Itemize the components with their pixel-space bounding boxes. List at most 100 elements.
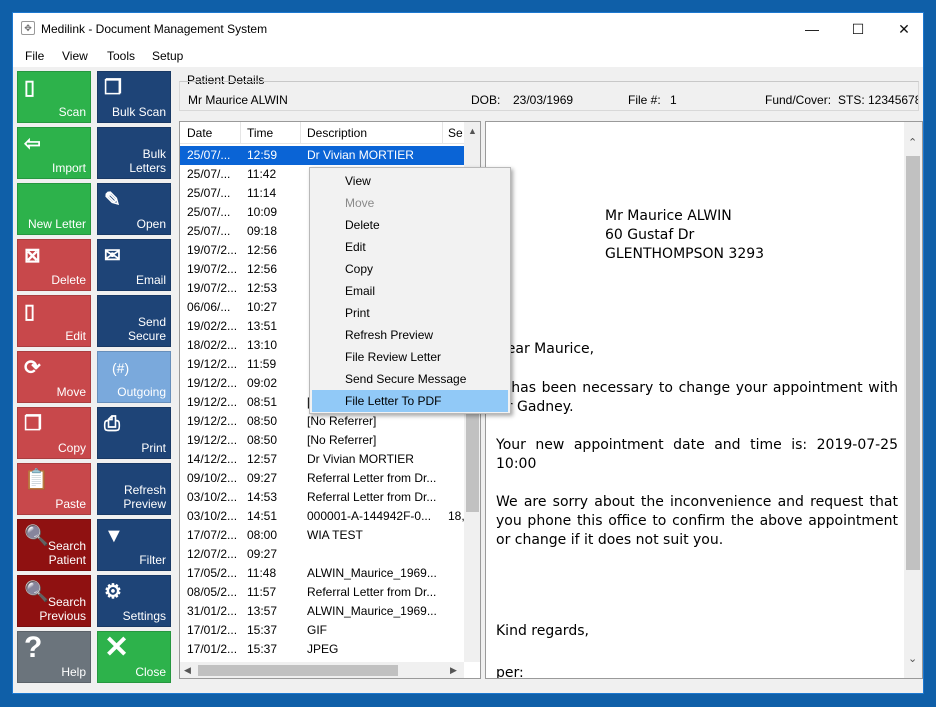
cell-date: 17/01/2... (187, 623, 238, 637)
cell-date: 19/07/2... (187, 281, 238, 295)
menu-setup[interactable]: Setup (152, 49, 183, 63)
bulk-scan-tile-button[interactable]: ❐ Bulk Scan (97, 71, 171, 123)
preview-scrollbar[interactable]: ⌃ ⌄ (904, 122, 922, 678)
settings-icon: ⚙ (104, 581, 122, 603)
cell-time: 09:27 (247, 547, 278, 561)
cell-description: Dr Vivian MORTIER (307, 452, 414, 466)
edit-icon: ▯ (24, 301, 36, 323)
context-menu-item-file-letter-to-pdf[interactable]: File Letter To PDF (312, 390, 508, 412)
tile-label: Search Previous (39, 595, 86, 623)
send-secure-tile-button[interactable]: Send Secure (97, 295, 171, 347)
table-row[interactable]: 17/05/2... 11:48 ALWIN_Maurice_1969... (180, 564, 464, 583)
context-menu-item-copy[interactable]: Copy (312, 258, 508, 280)
copy-tile-button[interactable]: ❐ Copy (17, 407, 91, 459)
preview-scroll-up-icon[interactable]: ⌃ (908, 136, 917, 149)
context-menu-item-file-review-letter[interactable]: File Review Letter (312, 346, 508, 368)
minimize-button[interactable]: — (789, 13, 835, 45)
file-number-label: File #: (628, 93, 661, 107)
scroll-right-icon[interactable]: ▶ (450, 665, 457, 676)
settings-tile-button[interactable]: ⚙ Settings (97, 575, 171, 627)
context-menu-label: Print (345, 306, 370, 320)
close-window-button[interactable]: ✕ (881, 13, 923, 45)
cell-time: 08:50 (247, 433, 278, 447)
table-row[interactable]: 19/12/2... 08:50 [No Referrer] (180, 431, 464, 450)
email-tile-button[interactable]: ✉ Email (97, 239, 171, 291)
bulk-letters-tile-button[interactable]: Bulk Letters (97, 127, 171, 179)
table-row[interactable]: 03/10/2... 14:51 000001-A-144942F-0... 18, (180, 507, 465, 526)
help-tile-button[interactable]: ? Help (17, 631, 91, 683)
table-row[interactable]: 17/07/2... 08:00 WIA TEST (180, 526, 464, 545)
table-row[interactable]: 17/01/2... 15:37 GIF (180, 621, 464, 640)
context-menu-item-view[interactable]: View (312, 170, 508, 192)
tile-label: Print (141, 441, 166, 455)
context-menu-label: File Letter To PDF (345, 394, 442, 408)
cell-time: 14:53 (247, 490, 278, 504)
tile-label: Move (56, 385, 86, 399)
refresh-tile-button[interactable]: Refresh Preview (97, 463, 171, 515)
cell-time: 12:53 (247, 281, 278, 295)
cell-date: 17/05/2... (187, 566, 238, 580)
cell-time: 12:56 (247, 262, 278, 276)
scroll-up-icon[interactable]: ▲ (468, 126, 477, 136)
table-row[interactable]: 03/10/2... 14:53 Referral Letter from Dr..… (180, 488, 464, 507)
import-tile-button[interactable]: ⇦ Import (17, 127, 91, 179)
scroll-left-icon[interactable]: ◀ (184, 665, 191, 676)
paste-tile-button[interactable]: 📋 Paste (17, 463, 91, 515)
menu-file[interactable]: File (25, 49, 44, 63)
address-line-3: GLENTHOMPSON 3293 (605, 246, 765, 262)
edit-tile-button[interactable]: ▯ Edit (17, 295, 91, 347)
table-row[interactable]: 19/12/2... 08:50 [No Referrer] (180, 412, 464, 431)
table-row[interactable]: 25/07/... 12:59 Dr Vivian MORTIER (180, 146, 464, 165)
cell-date: 25/07/... (187, 167, 231, 181)
list-hscroll-thumb[interactable] (198, 665, 398, 676)
app-window: ✥ Medilink - Document Management System … (12, 12, 924, 694)
cell-date: 03/10/2... (187, 490, 238, 504)
filter-tile-button[interactable]: ▼ Filter (97, 519, 171, 571)
context-menu-item-delete[interactable]: Delete (312, 214, 508, 236)
table-row[interactable]: 17/01/2... 15:37 JPEG (180, 640, 464, 659)
context-menu-label: Refresh Preview (345, 328, 434, 342)
table-row[interactable]: 09/10/2... 09:27 Referral Letter from Dr..… (180, 469, 464, 488)
delete-tile-button[interactable]: ⊠ Delete (17, 239, 91, 291)
cell-time: 12:59 (247, 148, 278, 162)
open-tile-button[interactable]: ✎ Open (97, 183, 171, 235)
cell-time: 10:09 (247, 205, 278, 219)
outgoing-tile-button[interactable]: (#) Outgoing (97, 351, 171, 403)
context-menu-item-print[interactable]: Print (312, 302, 508, 324)
printer-tile-button[interactable]: ⎙ Print (97, 407, 171, 459)
new-letter-tile-button[interactable]: New Letter (17, 183, 91, 235)
table-row[interactable]: 12/07/2... 09:27 (180, 545, 464, 564)
table-row[interactable]: 08/05/2... 11:57 Referral Letter from Dr..… (180, 583, 464, 602)
cell-date: 17/01/2... (187, 642, 238, 656)
preview-scroll-thumb[interactable] (906, 156, 920, 570)
tile-label: Close (135, 665, 166, 679)
tile-label: Paste (55, 497, 86, 511)
context-menu-item-refresh-preview[interactable]: Refresh Preview (312, 324, 508, 346)
cell-time: 13:10 (247, 338, 278, 352)
table-row[interactable]: 14/12/2... 12:57 Dr Vivian MORTIER (180, 450, 464, 469)
context-menu-item-email[interactable]: Email (312, 280, 508, 302)
preview-scroll-down-icon[interactable]: ⌄ (908, 652, 917, 665)
table-row[interactable]: 31/01/2... 13:57 ALWIN_Maurice_1969... (180, 602, 464, 621)
context-menu-item-send-secure-message[interactable]: Send Secure Message (312, 368, 508, 390)
close-x-tile-button[interactable]: ✕ Close (97, 631, 171, 683)
search-previous-tile-button[interactable]: 🔍 Search Previous (17, 575, 91, 627)
dob-value: 23/03/1969 (513, 93, 574, 107)
search-patient-tile-button[interactable]: 🔍 Search Patient (17, 519, 91, 571)
tile-label: Delete (51, 273, 86, 287)
cell-time: 08:00 (247, 528, 278, 542)
scan-tile-button[interactable]: ▯ Scan (17, 71, 91, 123)
maximize-button[interactable]: ☐ (835, 13, 881, 45)
cell-date: 19/07/2... (187, 262, 238, 276)
move-tile-button[interactable]: ⟳ Move (17, 351, 91, 403)
column-time[interactable]: Time (247, 126, 273, 140)
list-horizontal-scrollbar[interactable]: ◀ ▶ (180, 662, 464, 678)
column-description[interactable]: Description (307, 126, 367, 140)
context-menu-item-edit[interactable]: Edit (312, 236, 508, 258)
column-date[interactable]: Date (187, 126, 212, 140)
column-se[interactable]: Se (448, 126, 463, 140)
paragraph-3: We are sorry about the inconvenience and… (496, 494, 898, 548)
menu-tools[interactable]: Tools (107, 49, 135, 63)
address-line-1: Mr Maurice ALWIN (605, 208, 732, 224)
menu-view[interactable]: View (62, 49, 88, 63)
